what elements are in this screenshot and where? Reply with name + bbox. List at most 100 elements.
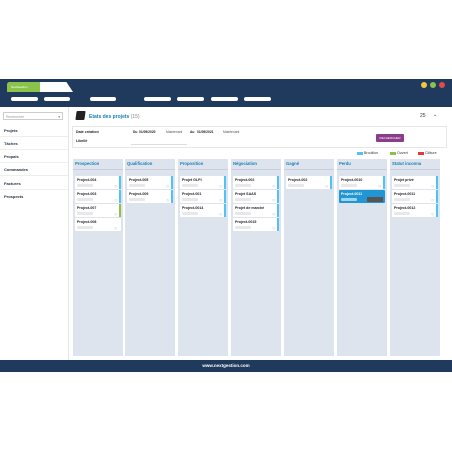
project-card-name: Project-004 [77,178,97,182]
sidebar-item-commandes[interactable]: Commandes [4,167,28,172]
project-card[interactable]: Project-0011 [339,190,385,203]
status-badge [77,184,93,187]
sidebar-item-projets[interactable]: Projets [4,128,18,133]
per-page-select[interactable]: 25 [420,113,426,119]
kanban-column: Statut inconnu Projet privé ◷ Project-0011 ◷… [390,159,440,356]
project-card[interactable]: Project-002 ◷ [233,176,279,189]
clock-icon: ◷ [431,212,434,216]
legend-label: Ouvert [397,151,408,155]
legend-label: Clôture [425,151,437,155]
project-card-name: Projet de marché [235,206,265,210]
to-now-link[interactable]: Maintenant [223,130,239,134]
column-title: Négociation [233,161,257,166]
project-card[interactable]: Project-009 ◷ [127,190,173,203]
status-strip [436,204,438,217]
clock-icon: ◷ [219,198,222,202]
project-card[interactable]: Projet SAAS ◷ [233,190,279,203]
project-card[interactable]: Project-0011 ◷ [392,190,438,203]
project-card[interactable]: Project-0015 ◷ [233,218,279,231]
sidebar-item-propals[interactable]: Propals [4,154,19,159]
project-card[interactable]: Project-003 ◷ [75,190,121,203]
sidebar-item-prospects[interactable]: Prospects [4,194,23,199]
status-strip [224,190,226,203]
sidebar-item-factures[interactable]: Factures [4,181,21,186]
project-card[interactable]: Projet de marché ◷ [233,204,279,217]
divider [0,162,68,163]
status-strip [224,176,226,189]
maximize-dot-icon[interactable] [430,82,436,88]
project-card[interactable]: Project-0014 ◷ [180,204,226,217]
project-card[interactable]: Project-004 ◷ [75,176,121,189]
card-action-button[interactable] [367,197,383,202]
status-badge [235,198,251,201]
divider [178,169,228,170]
kanban-column: Négociation Project-002 ◷ Projet SAAS ◷ Proje… [231,159,281,356]
project-card[interactable]: Project-001 ◷ [180,190,226,203]
project-card[interactable]: Project-008 ◷ [75,218,121,231]
from-date-input[interactable]: 01/09/2020 [139,130,156,134]
status-badge [77,212,93,215]
divider [0,175,68,176]
nav-item-2[interactable] [44,97,70,101]
from-prefix: Du [133,130,138,134]
footer-link[interactable]: www.nextgestion.com [202,363,249,368]
nav-item-6[interactable] [211,97,238,101]
sidebar-search-select[interactable]: Rechercher ▾ [3,112,63,120]
clock-icon: ◷ [114,212,117,216]
project-card[interactable]: Project-0012 ◷ [392,204,438,217]
nav-item-3[interactable] [90,97,116,101]
divider [125,169,175,170]
project-card[interactable]: Project-002 ◷ [286,176,332,189]
project-card-name: Projet SAAS [235,192,257,196]
footer: www.nextgestion.com [0,360,452,372]
project-card[interactable]: Project-005 ◷ [127,176,173,189]
clock-icon: ◷ [272,184,275,188]
search-button[interactable]: RECHERCHER [376,134,404,142]
project-card-name: Project-002 [288,178,308,182]
chevron-down-icon: ▾ [58,115,60,119]
from-now-link[interactable]: Maintenant [166,130,182,134]
project-card-name: Project-005 [129,178,149,182]
project-card[interactable]: Projet GLPI ◷ [180,176,226,189]
minimize-dot-icon[interactable] [421,82,427,88]
status-badge [182,198,198,201]
nav-item-4[interactable] [144,97,171,101]
divider [284,169,334,170]
legend-swatch [418,151,424,155]
close-dot-icon[interactable] [439,82,445,88]
status-strip [171,190,173,203]
kanban-column: Proposition Projet GLPI ◷ Project-001 ◷ Proje… [178,159,228,356]
project-card-name: Project-001 [182,192,202,196]
sidebar-item-taches[interactable]: Tâches [4,141,18,146]
clock-icon: ◷ [272,226,275,230]
to-date-input[interactable]: 01/09/2021 [197,130,214,134]
column-title: Proposition [180,161,204,166]
status-strip [277,176,279,189]
nav-item-7[interactable] [244,97,271,101]
kanban-column: Gagné Project-002 ◷ [284,159,334,356]
kanban-column: Perdu Project-0010 ◷ Project-0011 [337,159,387,356]
nav-item-1[interactable] [11,97,38,101]
project-card-name: Project-003 [77,192,97,196]
project-card[interactable]: Project-007 ◷ [75,204,121,217]
status-strip [119,204,121,217]
libelle-input[interactable] [131,138,187,145]
project-card[interactable]: Projet privé ◷ [392,176,438,189]
clock-icon: ◷ [378,184,381,188]
project-card-name: Project-0010 [341,178,363,182]
status-strip [119,176,121,189]
divider [0,189,68,190]
libelle-label: Libellé [76,139,88,143]
status-strip [171,176,173,189]
project-card-name: Project-0011 [341,192,363,196]
nav-item-5[interactable] [177,97,204,101]
status-strip [383,176,385,189]
legend-ouvert: Ouvert [390,151,408,155]
project-card-name: Projet privé [394,178,414,182]
project-card[interactable]: Project-0010 ◷ [339,176,385,189]
divider [0,149,68,150]
project-card-name: Project-007 [77,206,97,210]
legend-cloture: Clôture [418,151,437,155]
status-badge [394,212,410,215]
to-prefix: Au [190,130,195,134]
